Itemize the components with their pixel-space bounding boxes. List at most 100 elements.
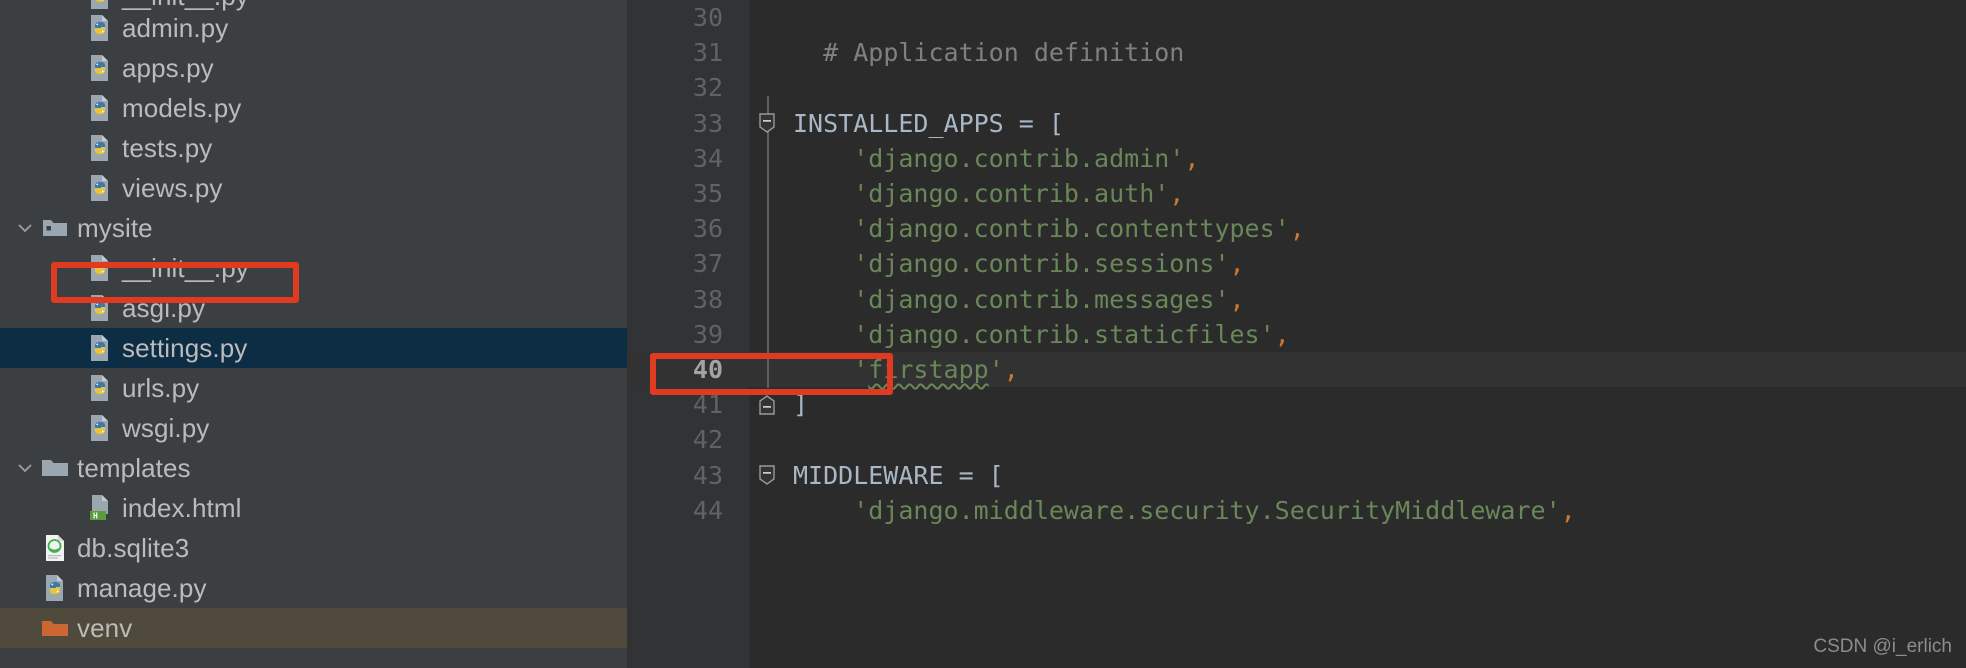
code-token: , [1229,284,1245,314]
code-text[interactable]: 'django.contrib.staticfiles', [785,320,1966,349]
fold-collapse-end-icon[interactable] [749,387,785,422]
tree-row-label: settings.py [122,333,248,363]
tree-row[interactable]: mysite [0,208,627,248]
line-number[interactable]: 41 [627,390,749,419]
fold-collapse-start-icon[interactable] [749,457,785,492]
code-line[interactable]: 39 'django.contrib.staticfiles', [627,317,1966,352]
code-line[interactable]: 34 'django.contrib.admin', [627,141,1966,176]
line-number[interactable]: 40 [627,355,749,384]
code-text[interactable]: INSTALLED_APPS = [ [785,109,1966,138]
code-line[interactable]: 30 [627,0,1966,35]
tree-row[interactable]: wsgi.py [0,408,627,448]
code-text[interactable]: 'django.contrib.admin', [785,144,1966,173]
tree-row[interactable]: views.py [0,168,627,208]
tree-row-label: __init__.py [122,253,249,283]
python-file-icon [85,93,115,123]
tree-row-label: index.html [122,493,242,523]
tree-row[interactable]: db.sqlite3 [0,528,627,568]
python-file-icon [85,293,115,323]
code-line[interactable]: 44 'django.middleware.security.SecurityM… [627,493,1966,528]
code-line[interactable]: 40 'firstapp', [627,351,1966,388]
code-line[interactable]: 41] [627,387,1966,422]
line-number[interactable]: 37 [627,249,749,278]
code-line[interactable]: 35 'django.contrib.auth', [627,176,1966,211]
code-text[interactable]: 'django.contrib.messages', [785,285,1966,314]
code-text[interactable]: ] [785,390,1966,419]
line-number[interactable]: 36 [627,214,749,243]
project-tree-panel[interactable]: __init__.py admin.py apps.py models.py tests… [0,0,627,668]
tree-row-label: manage.py [77,573,207,603]
code-token: ' [853,354,869,384]
code-line[interactable]: 37 'django.contrib.sessions', [627,246,1966,281]
tree-row[interactable]: asgi.py [0,288,627,328]
code-line[interactable]: 33 INSTALLED_APPS = [ [627,106,1966,141]
chevron-down-icon[interactable] [10,219,40,237]
tree-row-label: mysite [77,213,153,243]
tree-row[interactable]: admin.py [0,8,627,48]
code-text[interactable]: 'django.contrib.contenttypes', [785,214,1966,243]
chevron-down-icon[interactable] [10,459,40,477]
code-token: , [1169,179,1185,209]
tree-row[interactable]: Hindex.html [0,488,627,528]
line-number[interactable]: 35 [627,179,749,208]
tree-row[interactable]: tests.py [0,128,627,168]
code-line[interactable]: 43 MIDDLEWARE = [ [627,457,1966,492]
sqlite-file-icon [40,533,70,563]
project-tree-list[interactable]: __init__.py admin.py apps.py models.py tests… [0,0,627,648]
line-number[interactable]: 43 [627,461,749,490]
tree-row-label: urls.py [122,373,200,403]
code-token: , [1184,143,1200,173]
watermark-label: CSDN @i_erlich [1813,636,1952,657]
code-lines[interactable]: 30 31 # Application definition 32 33 INSTALL… [627,0,1966,528]
tree-row[interactable]: models.py [0,88,627,128]
code-token: 'django.contrib.messages' [853,284,1230,314]
code-text[interactable]: MIDDLEWARE = [ [785,461,1966,490]
code-token: 'django.contrib.staticfiles' [853,319,1275,349]
code-text[interactable]: 'firstapp', [785,355,1966,384]
line-number[interactable]: 32 [627,73,749,102]
line-number[interactable]: 42 [627,425,749,454]
code-token: , [1289,214,1305,244]
line-number[interactable]: 30 [627,3,749,32]
code-text[interactable]: 'django.middleware.security.SecurityMidd… [785,496,1966,525]
tree-row-label: tests.py [122,133,213,163]
fold-collapse-start-icon[interactable] [749,106,785,141]
code-text[interactable]: 'django.contrib.auth', [785,179,1966,208]
tree-row-label: asgi.py [122,293,206,323]
code-token: , [1560,495,1576,525]
code-line[interactable]: 31 # Application definition [627,35,1966,70]
line-number[interactable]: 34 [627,144,749,173]
svg-text:H: H [93,512,98,521]
line-number[interactable]: 44 [627,496,749,525]
tree-row[interactable]: urls.py [0,368,627,408]
tree-row-label: models.py [122,93,242,123]
line-number[interactable]: 33 [627,109,749,138]
tree-row[interactable]: venv [0,608,627,648]
tree-row[interactable]: apps.py [0,48,627,88]
tree-row-label: admin.py [122,13,229,43]
tree-row[interactable]: __init__.py [0,248,627,288]
code-line[interactable]: 32 [627,70,1966,105]
code-text[interactable]: # Application definition [785,38,1966,67]
code-line[interactable]: 36 'django.contrib.contenttypes', [627,211,1966,246]
code-text[interactable]: 'django.contrib.sessions', [785,249,1966,278]
code-editor[interactable]: 30 31 # Application definition 32 33 INSTALL… [627,0,1966,668]
code-line[interactable]: 42 [627,422,1966,457]
tree-row[interactable]: settings.py [0,328,627,368]
tree-row[interactable]: manage.py [0,568,627,608]
line-number[interactable]: 38 [627,285,749,314]
tree-row[interactable]: templates [0,448,627,488]
module-folder-icon [40,213,70,243]
line-number[interactable]: 31 [627,38,749,67]
code-line[interactable]: 38 'django.contrib.messages', [627,282,1966,317]
tree-row-label: venv [77,613,133,643]
tree-row[interactable]: __init__.py [0,0,627,11]
line-number[interactable]: 39 [627,320,749,349]
